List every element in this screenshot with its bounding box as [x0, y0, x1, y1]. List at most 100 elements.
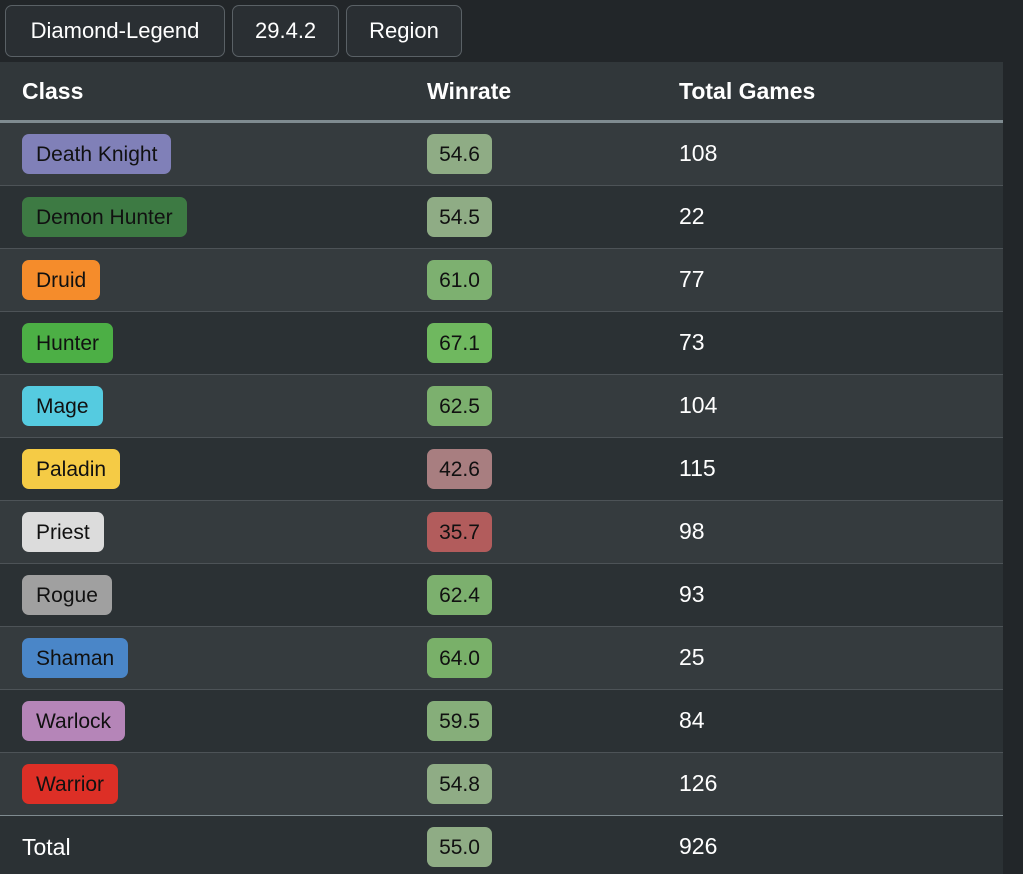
table-row[interactable]: Warlock 59.5 84 [0, 689, 1003, 753]
region-filter-label: Region [369, 18, 439, 43]
winrate-badge: 54.6 [427, 134, 492, 174]
cell-class: Death Knight [0, 122, 427, 186]
cell-class: Hunter [0, 311, 427, 375]
table-header-row: Class Winrate Total Games [0, 62, 1003, 123]
patch-filter-button[interactable]: 29.4.2 [232, 5, 340, 57]
cell-total-games: 93 [679, 563, 1003, 627]
patch-filter-label: 29.4.2 [255, 18, 317, 43]
class-badge: Demon Hunter [22, 197, 187, 237]
cell-total-games: 115 [679, 437, 1003, 501]
total-games-sum-value: 926 [679, 833, 718, 859]
table-row[interactable]: Hunter 67.1 73 [0, 311, 1003, 375]
cell-total-games: 77 [679, 248, 1003, 312]
class-badge: Warlock [22, 701, 126, 741]
class-badge: Shaman [22, 638, 129, 678]
column-header-class-label: Class [22, 77, 84, 104]
cell-winrate: 54.8 [427, 752, 679, 816]
class-badge: Rogue [22, 575, 112, 615]
table-row[interactable]: Shaman 64.0 25 [0, 626, 1003, 690]
table-row[interactable]: Rogue 62.4 93 [0, 563, 1003, 627]
cell-winrate: 64.0 [427, 626, 679, 690]
column-header-total-games-label: Total Games [679, 77, 816, 104]
cell-winrate: 54.6 [427, 122, 679, 186]
cell-winrate: 62.5 [427, 374, 679, 438]
cell-total-games: 98 [679, 500, 1003, 564]
cell-class: Priest [0, 500, 427, 564]
winrate-badge: 62.4 [427, 575, 492, 615]
total-games-value: 126 [679, 770, 718, 796]
class-badge: Paladin [22, 449, 121, 489]
table-row[interactable]: Druid 61.0 77 [0, 248, 1003, 312]
table-row[interactable]: Paladin 42.6 115 [0, 437, 1003, 501]
cell-class: Shaman [0, 626, 427, 690]
cell-class: Demon Hunter [0, 185, 427, 249]
class-badge: Mage [22, 386, 103, 426]
cell-winrate: 42.6 [427, 437, 679, 501]
column-header-winrate-label: Winrate [427, 77, 512, 104]
winrate-badge: 54.5 [427, 197, 492, 237]
winrate-badge: 64.0 [427, 638, 492, 678]
table-row[interactable]: Priest 35.7 98 [0, 500, 1003, 564]
class-badge: Hunter [22, 323, 114, 363]
cell-total-winrate: 55.0 [427, 815, 679, 874]
winrate-badge: 42.6 [427, 449, 492, 489]
cell-class: Warrior [0, 752, 427, 816]
filter-bar: Diamond-Legend 29.4.2 Region [0, 0, 1023, 62]
column-header-class[interactable]: Class [0, 62, 427, 123]
table-total-row: Total 55.0 926 [0, 815, 1003, 874]
cell-winrate: 61.0 [427, 248, 679, 312]
column-header-winrate[interactable]: Winrate [427, 62, 679, 123]
app-root: Diamond-Legend 29.4.2 Region Class Winra… [0, 0, 1023, 874]
cell-winrate: 59.5 [427, 689, 679, 753]
total-label: Total [22, 833, 71, 860]
winrate-badge: 67.1 [427, 323, 492, 363]
total-winrate-badge: 55.0 [427, 827, 492, 867]
table-row[interactable]: Warrior 54.8 126 [0, 752, 1003, 816]
winrate-badge: 59.5 [427, 701, 492, 741]
total-games-value: 104 [679, 392, 718, 418]
class-stats-table: Class Winrate Total Games Death Knight 54… [0, 62, 1003, 874]
stats-table-container: Class Winrate Total Games Death Knight 54… [0, 62, 1003, 874]
total-games-value: 73 [679, 329, 705, 355]
cell-total-games: 73 [679, 311, 1003, 375]
winrate-badge: 61.0 [427, 260, 492, 300]
cell-winrate: 67.1 [427, 311, 679, 375]
table-header: Class Winrate Total Games [0, 62, 1003, 123]
cell-total-games: 84 [679, 689, 1003, 753]
column-header-total-games[interactable]: Total Games [679, 62, 1003, 123]
cell-total-games-sum: 926 [679, 815, 1003, 874]
class-badge: Death Knight [22, 134, 172, 174]
table-body: Death Knight 54.6 108 Demon Hunter 54.5 22 Dru… [0, 121, 1003, 874]
table-row[interactable]: Death Knight 54.6 108 [0, 121, 1003, 186]
cell-class: Rogue [0, 563, 427, 627]
total-games-value: 77 [679, 266, 705, 292]
winrate-badge: 54.8 [427, 764, 492, 804]
cell-total-games: 104 [679, 374, 1003, 438]
cell-total-games: 108 [679, 122, 1003, 186]
total-games-value: 98 [679, 518, 705, 544]
class-badge: Priest [22, 512, 104, 552]
cell-total-games: 22 [679, 185, 1003, 249]
rank-filter-label: Diamond-Legend [30, 18, 200, 43]
rank-filter-button[interactable]: Diamond-Legend [5, 5, 225, 57]
cell-winrate: 62.4 [427, 563, 679, 627]
cell-total-games: 126 [679, 752, 1003, 816]
cell-winrate: 35.7 [427, 500, 679, 564]
class-badge: Druid [22, 260, 101, 300]
total-games-value: 115 [679, 455, 716, 481]
cell-class: Warlock [0, 689, 427, 753]
cell-total-label: Total [0, 815, 427, 874]
table-row[interactable]: Mage 62.5 104 [0, 374, 1003, 438]
cell-winrate: 54.5 [427, 185, 679, 249]
table-row[interactable]: Demon Hunter 54.5 22 [0, 185, 1003, 249]
region-filter-button[interactable]: Region [346, 5, 462, 57]
total-games-value: 93 [679, 581, 705, 607]
winrate-badge: 35.7 [427, 512, 492, 552]
winrate-badge: 62.5 [427, 386, 492, 426]
total-games-value: 84 [679, 707, 705, 733]
cell-class: Paladin [0, 437, 427, 501]
cell-total-games: 25 [679, 626, 1003, 690]
class-badge: Warrior [22, 764, 119, 804]
cell-class: Mage [0, 374, 427, 438]
total-games-value: 22 [679, 203, 705, 229]
